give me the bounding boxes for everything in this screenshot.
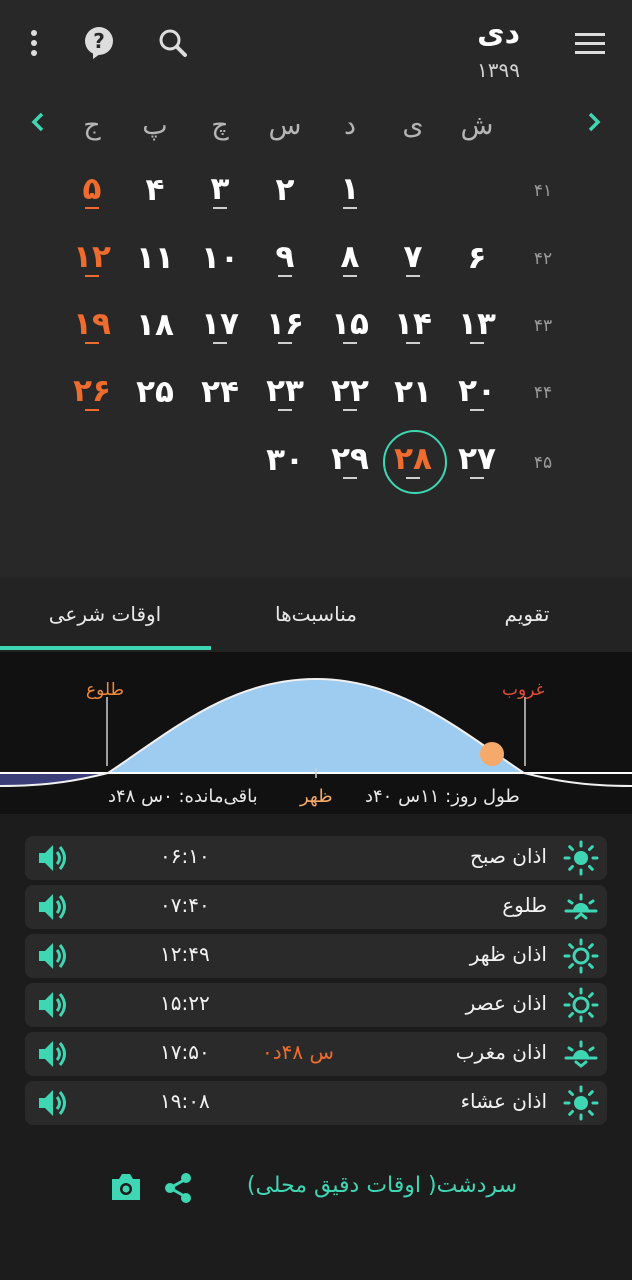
prayer-row-dhuhr[interactable]: اذان ظهر ۱۲:۴۹ (25, 934, 607, 978)
share-icon[interactable] (160, 1170, 196, 1206)
prayer-time: ۱۵:۲۲ (160, 991, 210, 1015)
help-icon[interactable]: ? (80, 24, 118, 62)
calendar-day[interactable]: ۲۴ (190, 370, 250, 414)
prayer-row-fajr[interactable]: اذان صبح ۰۶:۱۰ (25, 836, 607, 880)
volume-icon[interactable] (37, 891, 71, 923)
calendar-day[interactable]: ۱۵ (320, 303, 380, 347)
prayer-time: ۰۶:۱۰ (160, 844, 210, 868)
calendar-day[interactable]: ۳ (190, 168, 250, 212)
prayer-name: اذان ظهر (469, 942, 547, 966)
weekday-sun: ی (402, 110, 424, 141)
calendar-day-holiday[interactable]: ۱۹ (62, 303, 122, 347)
volume-icon[interactable] (37, 1087, 71, 1119)
calendar-day[interactable]: ۳۰ (255, 438, 315, 482)
prayer-row-sunrise[interactable]: طلوع ۰۷:۴۰ (25, 885, 607, 929)
tab-indicator (0, 646, 211, 650)
prayer-name: اذان عشاء (460, 1089, 547, 1113)
week-number: ۴۴ (533, 383, 553, 403)
calendar-day[interactable]: ۹ (255, 236, 315, 280)
weekday-thu: پ (142, 110, 168, 141)
calendar-day[interactable]: ۱۰ (190, 236, 250, 280)
remaining-time: ۰س ۴۸د (262, 1040, 334, 1064)
next-month-chevron-icon[interactable] (580, 108, 610, 138)
calendar-day[interactable]: ۲۱ (383, 370, 443, 414)
camera-icon[interactable] (108, 1170, 144, 1204)
weekday-mon: د (343, 110, 357, 141)
weekday-sat: ش (460, 110, 494, 141)
calendar-day[interactable]: ۲۷ (447, 438, 507, 482)
prayer-name: اذان صبح (470, 844, 547, 868)
sun-outline-icon (563, 938, 599, 974)
prayer-time: ۱۲:۴۹ (160, 942, 210, 966)
svg-text:?: ? (93, 29, 105, 53)
prayer-row-maghrib[interactable]: اذان مغرب ۰س ۴۸د ۱۷:۵۰ (25, 1032, 607, 1076)
sun-icon (563, 840, 599, 876)
week-number: ۴۱ (533, 181, 553, 201)
month-title[interactable]: دی (400, 16, 520, 51)
prayer-time: ۱۷:۵۰ (160, 1040, 210, 1064)
prayer-name: اذان عصر (465, 991, 547, 1015)
prayer-row-asr[interactable]: اذان عصر ۱۵:۲۲ (25, 983, 607, 1027)
tab-calendar[interactable]: تقویم (422, 578, 632, 650)
calendar-day[interactable]: ۱۳ (447, 303, 507, 347)
calendar-day[interactable]: ۱ (320, 168, 380, 212)
location-label[interactable]: سردشت( اوقات دقیق محلی) (247, 1173, 517, 1198)
weekday-fri: ج (83, 110, 101, 141)
calendar-day[interactable]: ۸ (320, 236, 380, 280)
prayer-name: اذان مغرب (455, 1040, 547, 1064)
weekday-tue: س (268, 110, 302, 141)
sun-graph: طلوع غروب باقی‌مانده: ۰س ۴۸د ظهر طول روز… (0, 652, 632, 814)
menu-icon[interactable] (572, 28, 608, 58)
prayer-name: طلوع (502, 893, 547, 917)
tab-events[interactable]: مناسبت‌ها (211, 578, 421, 650)
prayer-time: ۰۷:۴۰ (160, 893, 210, 917)
volume-icon[interactable] (37, 842, 71, 874)
calendar-day[interactable]: ۱۶ (255, 303, 315, 347)
day-length-label: طول روز: ۱۱س ۴۰د (365, 786, 520, 807)
calendar-day-holiday[interactable]: ۵ (62, 168, 122, 212)
sunrise-label: طلوع (86, 680, 125, 700)
prev-month-chevron-icon[interactable] (24, 108, 54, 138)
volume-icon[interactable] (37, 940, 71, 972)
calendar-day-holiday[interactable]: ۲۶ (62, 370, 122, 414)
more-vert-icon[interactable] (18, 26, 50, 60)
prayer-row-isha[interactable]: اذان عشاء ۱۹:۰۸ (25, 1081, 607, 1125)
calendar-day[interactable]: ۲۹ (320, 438, 380, 482)
calendar-day[interactable]: ۲۳ (255, 370, 315, 414)
calendar-day[interactable]: ۲۵ (125, 370, 185, 414)
weekday-wed: چ (211, 110, 229, 141)
sun-icon (563, 1085, 599, 1121)
sunrise-icon (563, 889, 599, 925)
calendar-day-today[interactable]: ۲۸ (383, 438, 443, 482)
sun-outline-icon (563, 987, 599, 1023)
week-number: ۴۳ (533, 316, 553, 336)
calendar-day[interactable]: ۶ (447, 236, 507, 280)
calendar-day[interactable]: ۴ (125, 168, 185, 212)
calendar-panel: ? دی ۱۳۹۹ ش ی د س چ پ ج ۴۱ ۴۲ ۴۳ ۴۴ ۴۵ ۱… (0, 0, 632, 578)
tab-bar: تقویم مناسبت‌ها اوقات شرعی (0, 578, 632, 652)
calendar-day[interactable]: ۲۰ (447, 370, 507, 414)
prayer-time: ۱۹:۰۸ (160, 1089, 210, 1113)
search-icon[interactable] (156, 26, 190, 60)
calendar-day[interactable]: ۷ (383, 236, 443, 280)
sunset-icon (563, 1036, 599, 1072)
year-label: ۱۳۹۹ (477, 58, 520, 82)
calendar-day[interactable]: ۱۱ (125, 236, 185, 280)
sunset-label: غروب (502, 680, 545, 700)
calendar-day[interactable]: ۱۷ (190, 303, 250, 347)
week-number: ۴۵ (533, 453, 553, 473)
volume-icon[interactable] (37, 1038, 71, 1070)
calendar-day[interactable]: ۱۴ (383, 303, 443, 347)
calendar-day[interactable]: ۲ (255, 168, 315, 212)
week-number: ۴۲ (533, 249, 553, 269)
calendar-day[interactable]: ۲۲ (320, 370, 380, 414)
noon-label: ظهر (300, 786, 333, 807)
calendar-day-holiday[interactable]: ۱۲ (62, 236, 122, 280)
volume-icon[interactable] (37, 989, 71, 1021)
tab-owghat[interactable]: اوقات شرعی (0, 578, 210, 650)
calendar-day[interactable]: ۱۸ (125, 303, 185, 347)
remaining-label: باقی‌مانده: ۰س ۴۸د (108, 786, 258, 807)
